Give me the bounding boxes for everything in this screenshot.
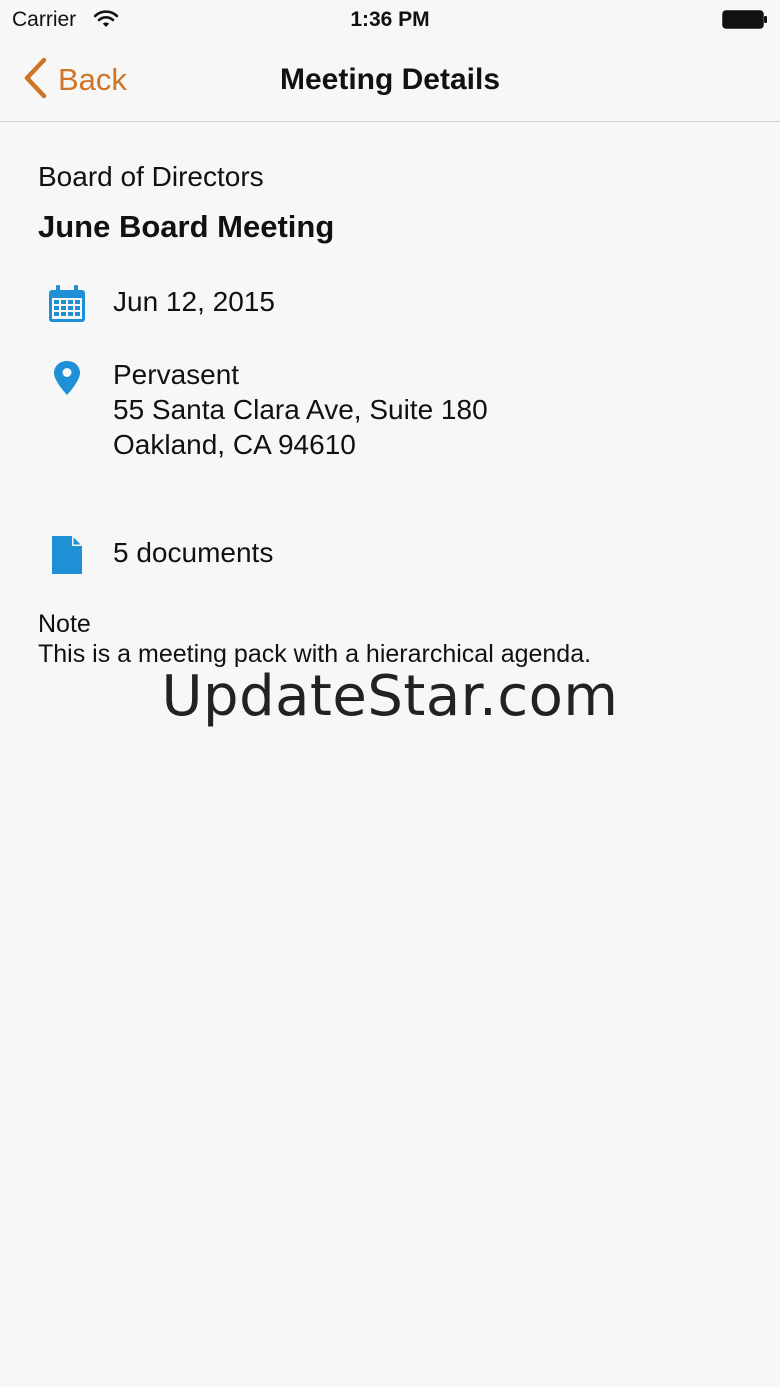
location-address-line2: Oakland, CA 94610: [113, 429, 356, 460]
back-button[interactable]: Back: [22, 57, 127, 104]
meeting-location: Pervasent 55 Santa Clara Ave, Suite 180 …: [113, 357, 488, 462]
watermark: UpdateStar.com: [161, 664, 619, 729]
location-name: Pervasent: [113, 359, 240, 390]
back-button-label: Back: [58, 62, 127, 97]
location-pin-icon: [48, 360, 86, 401]
navigation-bar: Back Meeting Details: [0, 40, 780, 122]
status-time: 1:36 PM: [350, 8, 430, 31]
chevron-left-icon: [22, 57, 48, 104]
group-name: Board of Directors: [38, 161, 264, 192]
note-label: Note: [38, 610, 91, 638]
document-icon: [48, 535, 86, 580]
meeting-date: Jun 12, 2015: [113, 286, 275, 317]
location-address-line1: 55 Santa Clara Ave, Suite 180: [113, 394, 488, 425]
status-bar: Carrier 1:36 PM: [0, 0, 780, 40]
calendar-icon: [48, 285, 86, 328]
battery-icon: [722, 10, 768, 35]
meeting-title: June Board Meeting: [38, 209, 335, 244]
documents-link[interactable]: 5 documents: [113, 535, 273, 570]
